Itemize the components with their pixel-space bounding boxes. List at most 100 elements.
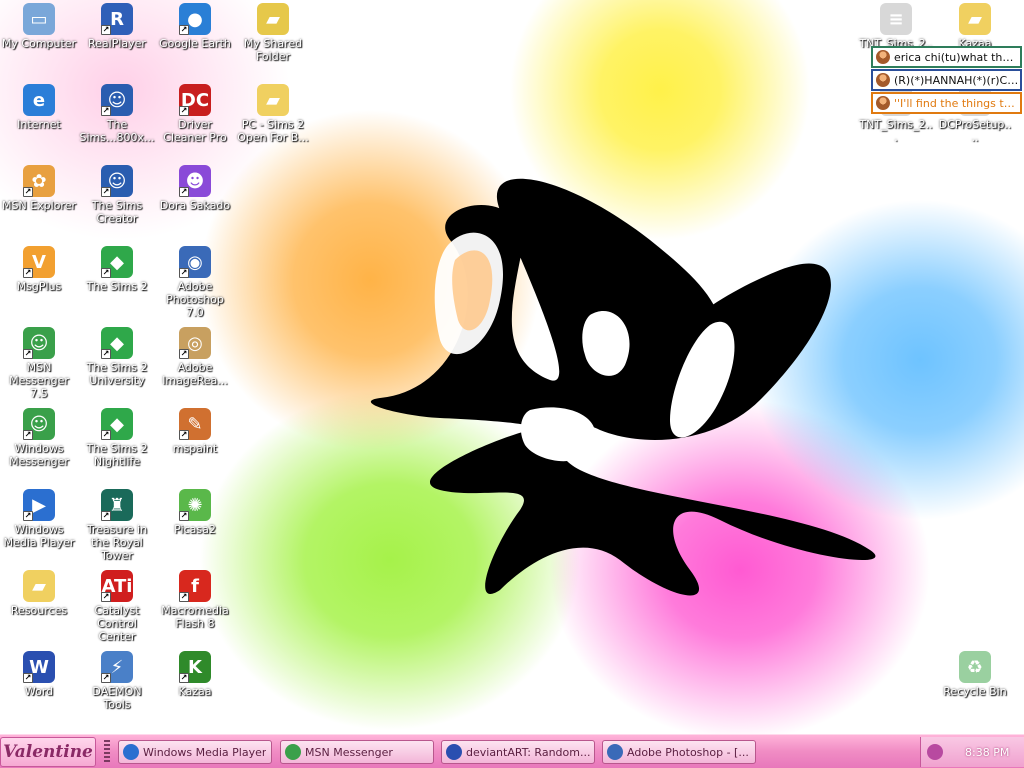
desktop-icon[interactable]: ▰ PC - Sims 2 Open For B... bbox=[234, 84, 312, 144]
windows-media-player-icon bbox=[123, 744, 139, 760]
desktop-icon[interactable]: R ↗ RealPlayer bbox=[78, 3, 156, 50]
wallpaper-abstract-shape bbox=[370, 178, 876, 596]
sims2-icon: ◆ ↗ bbox=[101, 246, 133, 278]
folder-icon: ▰ bbox=[23, 570, 55, 602]
desktop-icon[interactable]: ◎ ↗ Adobe ImageRea... bbox=[156, 327, 234, 387]
desktop-icon[interactable]: ☺ ↗ MSN Messenger 7.5 bbox=[0, 327, 78, 400]
msn-messenger-icon bbox=[285, 744, 301, 760]
desktop-icon[interactable]: ✺ ↗ Picasa2 bbox=[156, 489, 234, 536]
sims2-university-icon: ◆ ↗ bbox=[101, 327, 133, 359]
desktop-icon[interactable]: K ↗ Kazaa bbox=[156, 651, 234, 698]
desktop-icon-label: Internet bbox=[17, 118, 61, 131]
shortcut-arrow-icon: ↗ bbox=[101, 673, 111, 683]
clock[interactable]: 8:38 PM bbox=[965, 746, 1009, 759]
shared-folder-icon: ▰ bbox=[257, 3, 289, 35]
windows-media-player-icon: ▶ ↗ bbox=[23, 489, 55, 521]
desktop-icon-label: DAEMON Tools bbox=[92, 685, 142, 711]
desktop-icon-label: The Sims 2 Nightlife bbox=[86, 442, 148, 468]
ati-catalyst-icon: ATi ↗ bbox=[101, 570, 133, 602]
kazaa-icon: K ↗ bbox=[179, 651, 211, 683]
msn-notification[interactable]: erica chi(tu)what the f... bbox=[871, 46, 1022, 68]
treasure-royal-tower-icon: ♜ ↗ bbox=[101, 489, 133, 521]
shortcut-arrow-icon: ↗ bbox=[179, 187, 189, 197]
desktop-icon[interactable]: ☻ ↗ Dora Sakado bbox=[156, 165, 234, 212]
desktop-icon-label: MsgPlus bbox=[16, 280, 62, 293]
desktop-icon-label: Treasure in the Royal Tower bbox=[86, 523, 148, 562]
shortcut-arrow-icon: ↗ bbox=[179, 592, 189, 602]
desktop-icon[interactable]: ◆ ↗ The Sims 2 Nightlife bbox=[78, 408, 156, 468]
shortcut-arrow-icon: ↗ bbox=[101, 511, 111, 521]
mspaint-icon: ✎ ↗ bbox=[179, 408, 211, 440]
dora-sakado-icon: ☻ ↗ bbox=[179, 165, 211, 197]
desktop-icon-label: The Sims 2 bbox=[86, 280, 148, 293]
internet-explorer-icon: e bbox=[23, 84, 55, 116]
word-icon: W ↗ bbox=[23, 651, 55, 683]
desktop-icon[interactable]: ♻ Recycle Bin bbox=[936, 651, 1014, 698]
desktop-icon-label: Catalyst Control Center bbox=[94, 604, 140, 643]
desktop-icon-label: Adobe Photoshop 7.0 bbox=[166, 280, 224, 319]
taskbar-button[interactable]: Windows Media Player bbox=[118, 740, 272, 764]
desktop-icon[interactable]: ☺ ↗ The Sims...800x... bbox=[78, 84, 156, 144]
desktop-icon-label: RealPlayer bbox=[88, 37, 146, 50]
desktop-icon-label: Windows Messenger bbox=[9, 442, 69, 468]
desktop-icon-label: My Computer bbox=[1, 37, 77, 50]
desktop-icon[interactable]: DC ↗ Driver Cleaner Pro bbox=[156, 84, 234, 144]
shortcut-arrow-icon: ↗ bbox=[179, 673, 189, 683]
desktop-icon[interactable]: ● ↗ Google Earth bbox=[156, 3, 234, 50]
notification-text: erica chi(tu)what the f... bbox=[894, 50, 1020, 64]
desktop-icon[interactable]: ◉ ↗ Adobe Photoshop 7.0 bbox=[156, 246, 234, 319]
desktop-icon[interactable]: ☺ ↗ The Sims Creator bbox=[78, 165, 156, 225]
msn-notification[interactable]: ''I'll find the things they ... bbox=[871, 92, 1022, 114]
desktop-icon[interactable]: W ↗ Word bbox=[0, 651, 78, 698]
system-tray: 8:38 PM bbox=[920, 737, 1024, 767]
shortcut-arrow-icon: ↗ bbox=[23, 187, 33, 197]
msn-tray-icon[interactable] bbox=[927, 744, 943, 760]
start-button[interactable]: Valentine bbox=[0, 737, 96, 767]
desktop-icon-label: PC - Sims 2 Open For B... bbox=[237, 118, 309, 144]
desktop-icon[interactable]: ATi ↗ Catalyst Control Center bbox=[78, 570, 156, 643]
shortcut-arrow-icon: ↗ bbox=[179, 106, 189, 116]
taskbar-button[interactable]: Adobe Photoshop - [... bbox=[602, 740, 756, 764]
desktop-icon-label: Google Earth bbox=[159, 37, 231, 50]
desktop-icon-label: mspaint bbox=[172, 442, 218, 455]
desktop-icon[interactable]: e Internet bbox=[0, 84, 78, 131]
desktop-icon[interactable]: ▰ My Shared Folder bbox=[234, 3, 312, 63]
shortcut-arrow-icon: ↗ bbox=[179, 511, 189, 521]
imageready-icon: ◎ ↗ bbox=[179, 327, 211, 359]
desktop-icon[interactable]: ☺ ↗ Windows Messenger bbox=[0, 408, 78, 468]
desktop-icon[interactable]: ▰ Resources bbox=[0, 570, 78, 617]
shortcut-arrow-icon: ↗ bbox=[179, 349, 189, 359]
msn-notification[interactable]: (R)(*)HANNAH(*)(r)Cl... bbox=[871, 69, 1022, 91]
desktop-icon[interactable]: ▭ My Computer bbox=[0, 3, 78, 50]
shortcut-arrow-icon: ↗ bbox=[101, 349, 111, 359]
desktop-icon[interactable]: ◆ ↗ The Sims 2 bbox=[78, 246, 156, 293]
taskbar-grip[interactable] bbox=[104, 740, 110, 764]
desktop-icon[interactable]: ⚡ ↗ DAEMON Tools bbox=[78, 651, 156, 711]
desktop-icon[interactable]: ✿ ↗ MSN Explorer bbox=[0, 165, 78, 212]
desktop-icon[interactable]: ▰ Kazaa bbox=[936, 3, 1014, 50]
folder-icon: ▰ bbox=[959, 3, 991, 35]
taskbar-button[interactable]: MSN Messenger bbox=[280, 740, 434, 764]
photoshop-icon bbox=[607, 744, 623, 760]
browser-icon bbox=[446, 744, 462, 760]
desktop-icon[interactable]: ✎ ↗ mspaint bbox=[156, 408, 234, 455]
sims-creator-icon: ☺ ↗ bbox=[101, 165, 133, 197]
windows-messenger-icon: ☺ ↗ bbox=[23, 408, 55, 440]
taskbar-button[interactable]: deviantART: Random... bbox=[441, 740, 595, 764]
desktop-icon[interactable]: ▶ ↗ Windows Media Player bbox=[0, 489, 78, 549]
google-earth-icon: ● ↗ bbox=[179, 3, 211, 35]
photoshop-icon: ◉ ↗ bbox=[179, 246, 211, 278]
desktop-icon-label: Driver Cleaner Pro bbox=[163, 118, 227, 144]
taskbar-button-label: Windows Media Player bbox=[143, 745, 267, 759]
desktop-icon[interactable]: ♜ ↗ Treasure in the Royal Tower bbox=[78, 489, 156, 562]
desktop-icon-label: The Sims...800x... bbox=[79, 118, 155, 144]
desktop-icon-label: The Sims Creator bbox=[91, 199, 143, 225]
desktop-icon[interactable]: V ↗ MsgPlus bbox=[0, 246, 78, 293]
flash-icon: f ↗ bbox=[179, 570, 211, 602]
desktop-icon-label: Macromedia Flash 8 bbox=[161, 604, 229, 630]
desktop-icon[interactable]: f ↗ Macromedia Flash 8 bbox=[156, 570, 234, 630]
shortcut-arrow-icon: ↗ bbox=[23, 430, 33, 440]
notification-text: ''I'll find the things they ... bbox=[894, 96, 1020, 110]
shortcut-arrow-icon: ↗ bbox=[23, 511, 33, 521]
desktop-icon[interactable]: ◆ ↗ The Sims 2 University bbox=[78, 327, 156, 387]
